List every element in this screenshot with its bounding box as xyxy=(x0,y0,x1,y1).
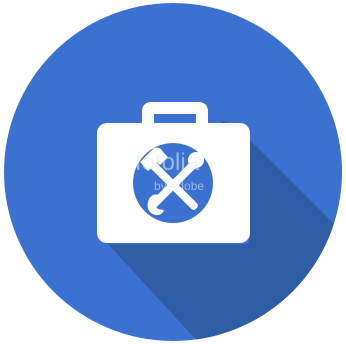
icon-canvas: fotolia by Adobe xyxy=(0,0,346,344)
watermark-brand: fotolia xyxy=(135,149,200,176)
toolbox-icon: fotolia by Adobe xyxy=(4,3,342,341)
watermark-sub: by Adobe xyxy=(154,179,204,193)
